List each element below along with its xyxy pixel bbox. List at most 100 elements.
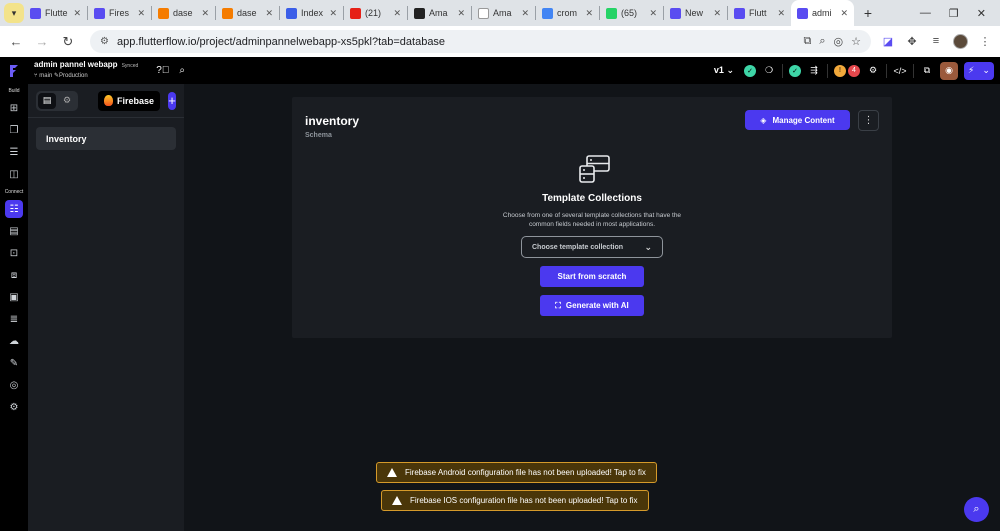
settings-view-toggle[interactable]: ⚙ xyxy=(58,93,76,109)
chat-icon[interactable]: ❍ xyxy=(762,65,776,76)
template-collection-select[interactable]: Choose template collection ⌄ xyxy=(521,236,663,258)
flutterflow-logo-icon[interactable] xyxy=(0,64,28,78)
ios-config-warning[interactable]: Firebase IOS configuration file has not … xyxy=(381,490,649,511)
api-calls-icon[interactable]: ⊡ xyxy=(5,244,23,262)
browser-tab[interactable]: dase ✕ xyxy=(216,0,279,26)
browser-tab[interactable]: Ama ✕ xyxy=(472,0,535,26)
extension-icon[interactable]: ◪ xyxy=(881,35,895,49)
media-assets-icon[interactable]: ▣ xyxy=(5,288,23,306)
list-check-icon[interactable]: ⇶ xyxy=(807,65,821,76)
collections-view-toggle[interactable]: ▤ xyxy=(38,92,56,109)
browser-tab[interactable]: Flutt ✕ xyxy=(728,0,791,26)
generate-with-ai-label: Generate with AI xyxy=(565,301,629,310)
minimize-icon[interactable]: — xyxy=(920,7,931,20)
site-info-icon[interactable]: ⚙ xyxy=(100,36,109,47)
tab-title: crom xyxy=(557,8,577,18)
collection-schema-card: inventory Schema ◈ Manage Content ⋮ Temp… xyxy=(292,97,892,338)
close-tab-icon[interactable]: ✕ xyxy=(649,8,657,19)
plus-icon: + xyxy=(863,5,873,21)
template-collections-description: Choose from one of several template coll… xyxy=(502,212,682,228)
browser-tab[interactable]: dase ✕ xyxy=(152,0,215,26)
forward-button[interactable]: → xyxy=(34,34,50,49)
project-info[interactable]: admin pannel webapp Synced ⑂ main ✎Produc… xyxy=(34,60,138,81)
search-icon[interactable]: ⌕ xyxy=(179,65,185,76)
browser-tab[interactable]: admi ✕ xyxy=(791,0,854,26)
browser-tab[interactable]: Flutte ✕ xyxy=(24,0,87,26)
close-tab-icon[interactable]: ✕ xyxy=(457,8,465,19)
bookmark-star-icon[interactable]: ☆ xyxy=(851,35,861,48)
puzzle-icon[interactable]: ✥ xyxy=(905,35,919,49)
widget-tree-icon[interactable]: ☰ xyxy=(5,143,23,161)
url-text[interactable]: app.flutterflow.io/project/adminpannelwe… xyxy=(117,36,796,48)
close-tab-icon[interactable]: ✕ xyxy=(713,8,721,19)
issues-indicator[interactable]: ! 4 xyxy=(834,64,860,77)
address-bar[interactable]: ⚙ app.flutterflow.io/project/adminpannel… xyxy=(90,30,871,53)
add-collection-button[interactable]: + xyxy=(168,91,176,110)
browser-tab[interactable]: (65) ✕ xyxy=(600,0,663,26)
firebase-icon xyxy=(158,7,169,19)
tab-search-button[interactable]: ▾ xyxy=(4,3,24,23)
start-from-scratch-label: Start from scratch xyxy=(557,272,627,281)
browser-tab[interactable]: (21) ✕ xyxy=(344,0,407,26)
close-icon[interactable]: ✕ xyxy=(977,7,986,20)
close-tab-icon[interactable]: ✕ xyxy=(73,8,81,19)
preview-button[interactable]: ◉ xyxy=(940,61,958,80)
kebab-menu-icon[interactable]: ⋮ xyxy=(978,35,992,49)
app-state-icon[interactable]: ▤ xyxy=(5,222,23,240)
close-tab-icon[interactable]: ✕ xyxy=(585,8,593,19)
firebase-chip[interactable]: Firebase xyxy=(98,90,161,111)
components-icon[interactable]: ◫ xyxy=(5,165,23,183)
close-tab-icon[interactable]: ✕ xyxy=(393,8,401,19)
tests-icon[interactable]: ✎ xyxy=(5,354,23,372)
start-from-scratch-button[interactable]: Start from scratch xyxy=(540,266,644,287)
media-controls-icon[interactable]: ≡ xyxy=(929,35,943,49)
help-search-button[interactable]: ⌕ xyxy=(964,497,989,522)
check-status-icon[interactable]: ✓ xyxy=(744,64,756,77)
browser-tab[interactable]: Index ✕ xyxy=(280,0,343,26)
generate-with-ai-button[interactable]: ⛶ Generate with AI xyxy=(540,295,644,316)
run-button[interactable]: ⚡ ⌄ xyxy=(964,61,994,80)
more-options-button[interactable]: ⋮ xyxy=(858,110,879,131)
pages-icon[interactable]: ❐ xyxy=(5,121,23,139)
code-icon[interactable]: </> xyxy=(893,66,907,76)
branch-name: main xyxy=(39,73,53,79)
zoom-icon[interactable]: ⌕ xyxy=(819,35,825,48)
cast-icon[interactable]: ⧉ xyxy=(803,35,811,48)
manage-content-button[interactable]: ◈ Manage Content xyxy=(745,110,850,130)
close-tab-icon[interactable]: ✕ xyxy=(201,8,209,19)
cloud-functions-icon[interactable]: ☁ xyxy=(5,332,23,350)
settings-icon[interactable]: ⚙ xyxy=(5,398,23,416)
close-tab-icon[interactable]: ✕ xyxy=(777,8,785,19)
browser-tab[interactable]: New ✕ xyxy=(664,0,727,26)
agent-icon[interactable]: ≣ xyxy=(5,310,23,328)
custom-code-icon[interactable]: ⧈ xyxy=(5,266,23,284)
add-page-icon[interactable]: ⊞ xyxy=(5,99,23,117)
bug-icon[interactable]: ⚙ xyxy=(866,65,880,76)
close-tab-icon[interactable]: ✕ xyxy=(137,8,145,19)
browser-tab[interactable]: Ama ✕ xyxy=(408,0,471,26)
version-selector[interactable]: v1 ⌄ xyxy=(710,63,738,78)
collection-item[interactable]: Inventory xyxy=(36,127,176,150)
template-collections-icon xyxy=(579,155,610,183)
eye-off-icon[interactable]: ◎ xyxy=(834,35,844,48)
help-icon[interactable]: ?⃝ xyxy=(156,65,169,76)
close-tab-icon[interactable]: ✕ xyxy=(840,8,848,19)
database-icon[interactable]: ☷ xyxy=(5,200,23,218)
restore-icon[interactable]: ❐ xyxy=(949,7,959,20)
profile-avatar[interactable] xyxy=(953,34,968,49)
project-name: admin pannel webapp xyxy=(34,60,118,69)
reload-button[interactable]: ↻ xyxy=(60,34,76,50)
flutterflow-icon xyxy=(670,7,681,19)
browser-tab[interactable]: crom ✕ xyxy=(536,0,599,26)
version-label: v1 xyxy=(713,65,724,75)
back-button[interactable]: ← xyxy=(8,34,24,49)
close-tab-icon[interactable]: ✕ xyxy=(265,8,273,19)
new-tab-button[interactable]: + xyxy=(858,5,878,21)
android-config-warning[interactable]: Firebase Android configuration file has … xyxy=(376,462,657,483)
check-circle-icon[interactable]: ✓ xyxy=(789,64,801,77)
close-tab-icon[interactable]: ✕ xyxy=(521,8,529,19)
close-tab-icon[interactable]: ✕ xyxy=(329,8,337,19)
theme-icon[interactable]: ◎ xyxy=(5,376,23,394)
open-external-icon[interactable]: ⧉ xyxy=(920,65,934,76)
browser-tab[interactable]: Fires ✕ xyxy=(88,0,151,26)
